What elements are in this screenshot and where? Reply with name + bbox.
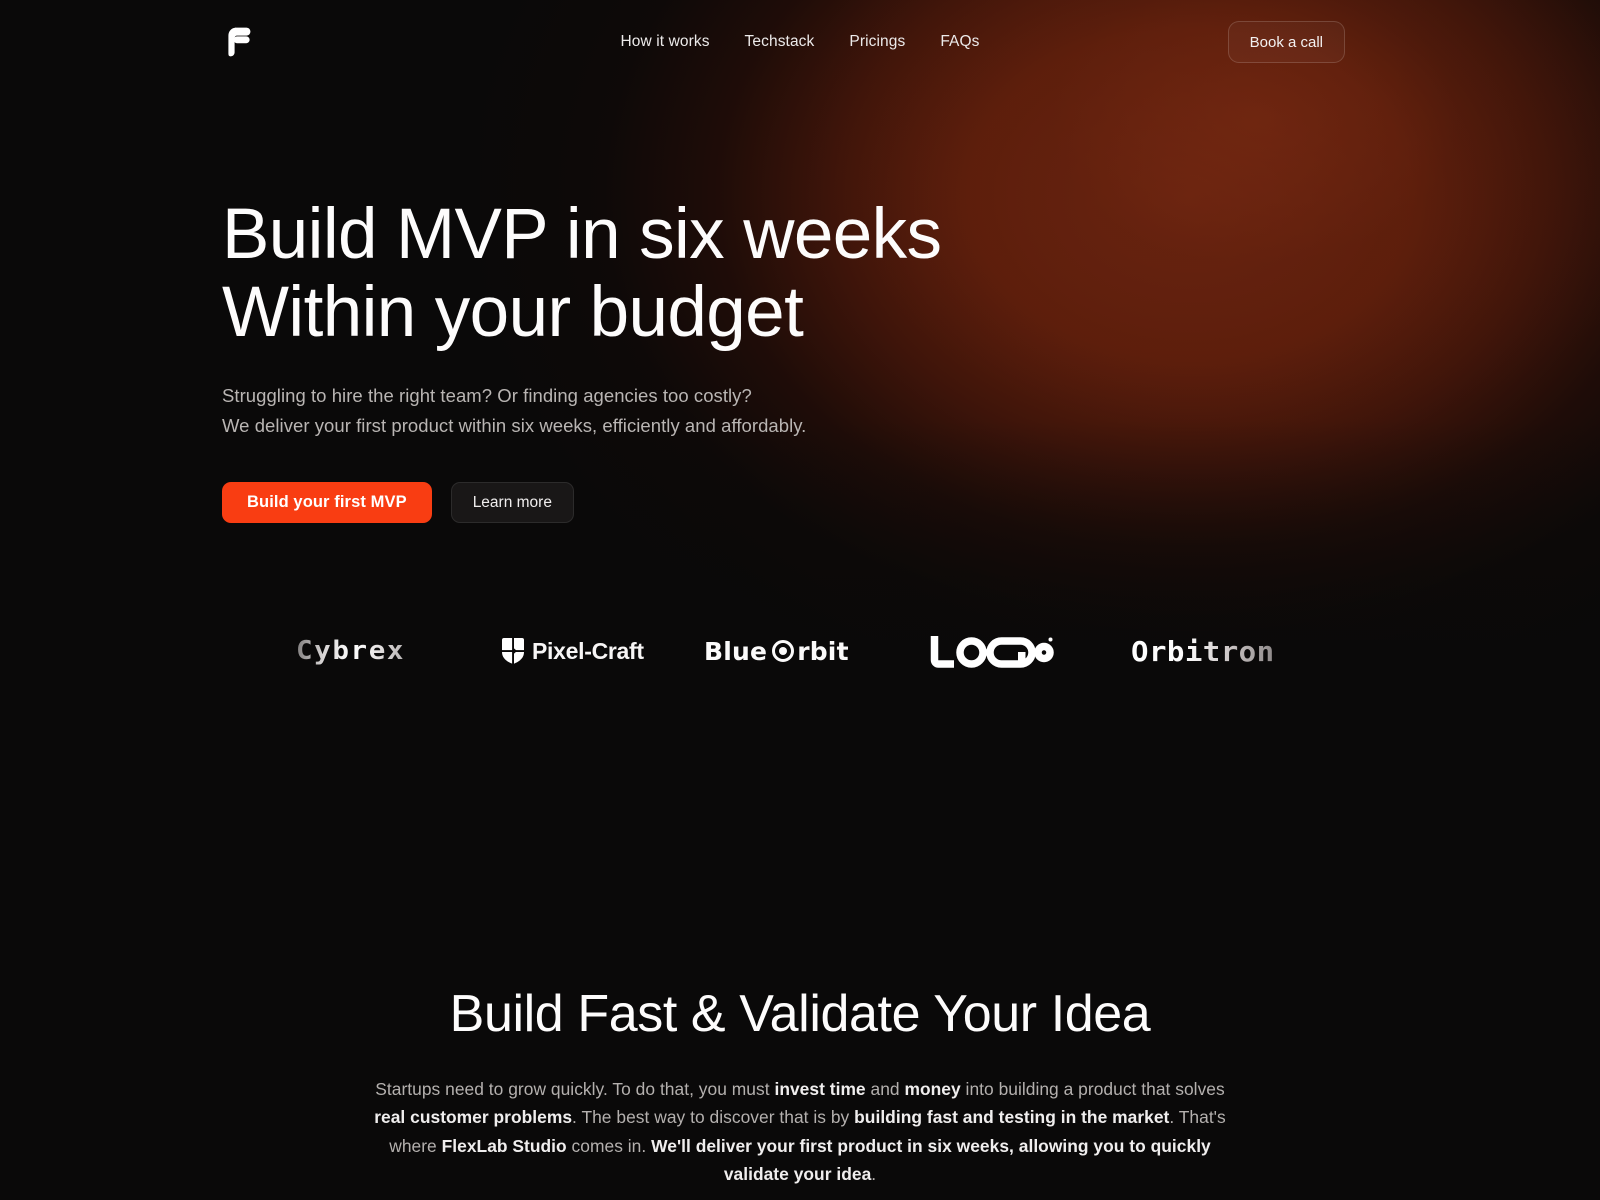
section-body: Startups need to grow quickly. To do tha… [374,1079,1226,1185]
shield-icon [502,638,524,664]
client-logo-blue-orbit: Blue rbit [704,626,849,676]
section-title: Build Fast & Validate Your Idea [449,985,1151,1043]
site-header: How it works Techstack Pricings FAQs Boo… [0,0,1600,84]
logo-wordmark-icon [930,636,1054,668]
hero-subtitle: Struggling to hire the right team? Or fi… [222,385,807,436]
nav-item-pricings[interactable]: Pricings [849,33,905,51]
nav-item-faqs[interactable]: FAQs [940,33,979,51]
hero-title: Build MVP in six weeks Within your budge… [222,195,942,352]
orbitron-wordmark: Orbitron [1131,634,1275,668]
client-logo-pixel-craft: Pixel-Craft [500,626,644,676]
hero-section: Build MVP in six weeks Within your budge… [222,196,1322,523]
orbit-circle-icon [772,640,795,662]
pixel-craft-wordmark: Pixel-Craft [532,637,644,664]
blue-orbit-wordmark-after: rbit [797,636,849,666]
learn-more-button[interactable]: Learn more [450,482,574,523]
client-logo-logo [930,626,1054,676]
cybrex-wordmark: Cybrex [296,636,406,666]
main-navigation: How it works Techstack Pricings FAQs [0,0,1600,84]
build-your-first-mvp-button[interactable]: Build your first MVP [222,482,432,523]
book-a-call-button[interactable]: Book a call [1227,21,1345,63]
validate-idea-section: Build Fast & Validate Your Idea Startups… [0,985,1600,1189]
hero-cta-row: Build your first MVP Learn more [222,482,1322,523]
blue-orbit-wordmark-before: Blue [704,636,768,666]
landing-page: How it works Techstack Pricings FAQs Boo… [0,0,1600,1200]
client-logo-orbitron: Orbitron [1131,626,1274,676]
nav-item-techstack[interactable]: Techstack [745,33,815,51]
client-logo-strip: Cybrex Pixel-Craft Blue rbit Orbitron [0,620,1600,682]
nav-item-how-it-works[interactable]: How it works [621,33,710,51]
client-logo-cybrex: Cybrex [296,626,404,676]
